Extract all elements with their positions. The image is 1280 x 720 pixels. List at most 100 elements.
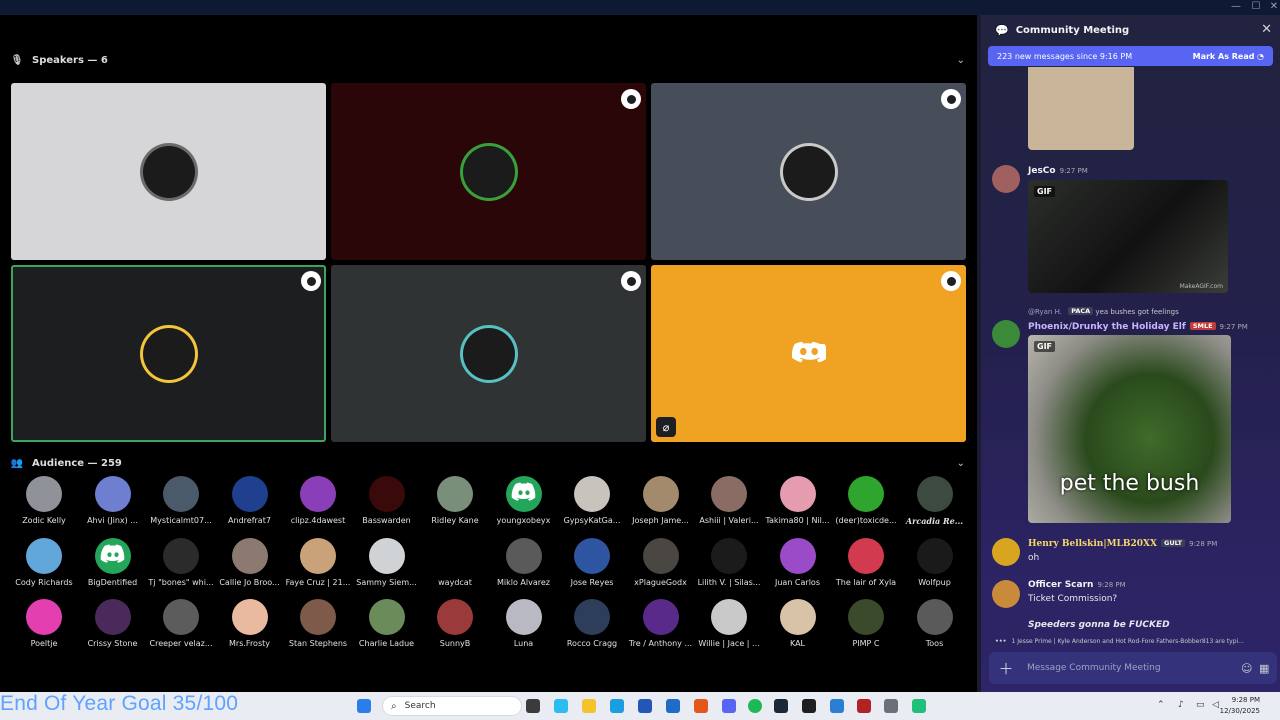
speaker-tile[interactable] — [651, 83, 966, 260]
file-explorer-icon[interactable] — [582, 699, 596, 713]
audience-member[interactable]: Crissy Stone — [79, 599, 147, 648]
audience-member[interactable]: Ashiii | Valeri... — [695, 476, 763, 525]
audience-member[interactable]: Cody Richards — [10, 537, 78, 587]
audience-member[interactable]: Basswarden — [353, 476, 421, 525]
notepad-icon[interactable] — [830, 699, 844, 713]
audience-member[interactable]: Arcadia Re... — [901, 476, 969, 526]
store-icon[interactable] — [638, 699, 652, 713]
audience-member[interactable]: Juan Carlos — [764, 537, 832, 587]
add-attachment-icon[interactable]: ＋ — [993, 658, 1019, 679]
speaker-tile[interactable]: ⌀ — [651, 265, 966, 442]
avatar[interactable] — [992, 320, 1020, 348]
audience-member[interactable]: youngxobeyx — [490, 476, 558, 525]
speaker-tile[interactable] — [331, 83, 646, 260]
audience-member[interactable]: Toos — [901, 599, 969, 648]
audience-member[interactable]: The lair of Xyla — [832, 537, 900, 587]
audience-member[interactable]: Tre / Anthony ... — [627, 599, 695, 648]
reply-preview[interactable]: @Ryan H. PACA yea bushes got feelings — [1028, 307, 1179, 316]
chat-image[interactable] — [1028, 67, 1134, 150]
audience-member[interactable]: BigDentified — [79, 537, 147, 587]
audience-member[interactable]: Luna — [490, 599, 558, 648]
close-chat-button[interactable]: ✕ — [1261, 22, 1272, 37]
audience-member-name: Ridley Kane — [431, 516, 479, 525]
audience-header[interactable]: 👥 Audience — 259 — [10, 453, 122, 473]
firefox-icon[interactable] — [694, 699, 708, 713]
game-app-icon[interactable] — [857, 699, 871, 713]
audience-member[interactable]: Poeltje — [10, 599, 78, 648]
audience-member[interactable]: Ridley Kane — [421, 476, 489, 525]
network-icon[interactable]: ▭ — [1196, 700, 1205, 710]
volume-icon[interactable]: ◁ — [1212, 700, 1219, 710]
minimize-button[interactable]: — — [1226, 1, 1246, 12]
speaker-tile[interactable] — [11, 265, 326, 442]
message-composer[interactable]: ＋ Message Community Meeting ☺ ▦ — [989, 652, 1277, 684]
apps-icon[interactable]: ▦ — [1259, 662, 1277, 675]
audience-member[interactable]: Takima80 | Nil... — [764, 476, 832, 525]
audience-member[interactable]: Charlie Ladue — [353, 599, 421, 648]
message-author[interactable]: Henry Bellskin|MLB20XX GULT 9:28 PM — [1028, 539, 1217, 549]
app-icon[interactable] — [912, 699, 926, 713]
audience-member[interactable]: (deer)toxicde... — [832, 476, 900, 525]
audience-member[interactable]: xPlagueGodx — [627, 537, 695, 587]
maximize-button[interactable]: ☐ — [1246, 1, 1266, 12]
composer-placeholder[interactable]: Message Community Meeting — [1027, 663, 1241, 673]
system-clock[interactable]: 9:28 PM 12/30/2025 — [1220, 695, 1260, 717]
audience-member-name: Andrefrat7 — [228, 516, 271, 525]
audience-member[interactable]: GypsyKatGa... — [558, 476, 626, 525]
audience-member[interactable]: Stan Stephens — [284, 599, 352, 648]
settings-icon[interactable] — [884, 699, 898, 713]
audience-member[interactable]: Tj "bones" whi... — [147, 537, 215, 587]
message-author[interactable]: JesCo 9:27 PM — [1028, 166, 1088, 176]
taskbar-search[interactable]: ⌕ Search — [382, 696, 522, 716]
audience-member[interactable]: Callie Jo Broo... — [216, 537, 284, 587]
avatar[interactable] — [992, 538, 1020, 566]
audience-member[interactable]: Joseph Jame... — [627, 476, 695, 525]
chevron-down-icon[interactable]: ⌄ — [957, 55, 965, 66]
mail-icon[interactable] — [666, 699, 680, 713]
task-view-icon[interactable] — [526, 699, 540, 713]
gif-attachment[interactable]: GIF MakeAGIF.com — [1028, 180, 1228, 293]
new-messages-bar[interactable]: 223 new messages since 9:16 PM Mark As R… — [988, 46, 1273, 66]
steam-icon[interactable] — [774, 699, 788, 713]
edge-icon[interactable] — [610, 699, 624, 713]
audience-member[interactable]: Rocco Cragg — [558, 599, 626, 648]
audience-member[interactable]: Willie | Jace | ... — [695, 599, 763, 648]
speaker-tile[interactable] — [11, 83, 326, 260]
close-window-button[interactable]: ✕ — [1264, 1, 1280, 12]
audience-member[interactable]: waydcat — [421, 537, 489, 587]
audience-member[interactable]: Faye Cruz | 21... — [284, 537, 352, 587]
avatar[interactable] — [992, 580, 1020, 608]
audience-member[interactable]: SunnyB — [421, 599, 489, 648]
audience-member[interactable]: Sammy Siem... — [353, 537, 421, 587]
message-author[interactable]: Officer Scarn 9:28 PM — [1028, 580, 1126, 590]
audience-member[interactable]: clipz.4dawest — [284, 476, 352, 525]
audience-member[interactable]: Mrs.Frosty — [216, 599, 284, 648]
copilot-icon[interactable] — [554, 699, 568, 713]
mark-as-read-button[interactable]: Mark As Read ◔ — [1193, 52, 1264, 61]
audience-member[interactable]: Zodic Kelly — [10, 476, 78, 525]
chevron-down-icon[interactable]: ⌄ — [957, 458, 965, 469]
audience-member[interactable]: KAL — [764, 599, 832, 648]
spotify-icon[interactable] — [748, 699, 762, 713]
terminal-icon[interactable] — [802, 699, 816, 713]
gif-attachment[interactable]: GIF pet the bush — [1028, 335, 1231, 523]
audience-member[interactable]: Mysticalmt07... — [147, 476, 215, 525]
microphone-icon[interactable]: ♪ — [1178, 700, 1184, 710]
tray-chevron-icon[interactable]: ⌃ — [1157, 700, 1165, 710]
audience-member[interactable]: Miklo Alvarez — [490, 537, 558, 587]
message-author[interactable]: Phoenix/Drunky the Holiday Elf SMLE 9:27 P… — [1028, 322, 1248, 332]
audience-member[interactable]: Jose Reyes — [558, 537, 626, 587]
speakers-header[interactable]: 🎙 Speakers — 6 — [10, 50, 108, 70]
audience-member[interactable]: Andrefrat7 — [216, 476, 284, 525]
windows-start-icon[interactable] — [357, 699, 371, 713]
speaker-tile[interactable] — [331, 265, 646, 442]
avatar[interactable] — [992, 165, 1020, 193]
discord-icon[interactable] — [722, 699, 736, 713]
emoji-icon[interactable]: ☺ — [1241, 662, 1259, 675]
audience-member[interactable]: Wolfpup — [901, 537, 969, 587]
audience-member[interactable]: Lilith V. | Silas... — [695, 537, 763, 587]
audience-member[interactable]: Ahvi (Jinx) ... — [79, 476, 147, 525]
audience-member[interactable]: Creeper velaz... — [147, 599, 215, 648]
audience-member[interactable]: PIMP C — [832, 599, 900, 648]
message-time: 9:28 PM — [1097, 581, 1126, 589]
